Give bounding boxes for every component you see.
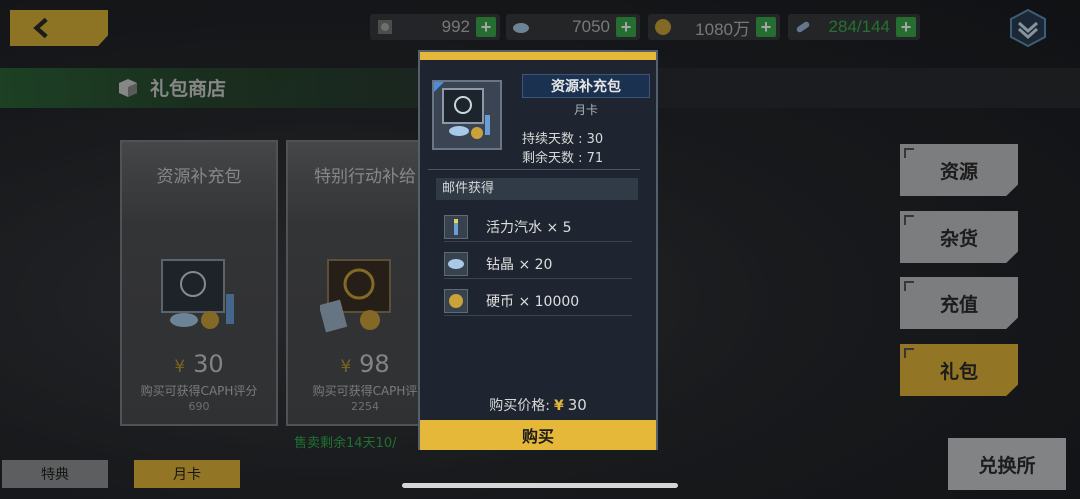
- reward-label: 硬币 × 10000: [486, 293, 580, 310]
- reward-label: 活力汽水 × 5: [486, 219, 572, 236]
- mail-rewards-title: 邮件获得: [436, 178, 638, 200]
- reward-label: 钻晶 × 20: [486, 256, 553, 273]
- crystal-icon: [444, 251, 468, 276]
- buy-button[interactable]: 购买: [420, 420, 656, 450]
- popup-product-name: 资源补充包: [522, 74, 650, 98]
- divider: [428, 169, 640, 170]
- coin-icon: [444, 288, 468, 313]
- reward-item: 钻晶 × 20: [444, 249, 632, 279]
- popup-product-type: 月卡: [573, 103, 598, 117]
- popup-product-image: [432, 80, 502, 150]
- resource-pack-icon: [442, 88, 490, 139]
- remaining-days: 剩余天数 : 71: [522, 151, 604, 166]
- soda-icon: [444, 214, 468, 239]
- home-indicator[interactable]: [402, 483, 678, 488]
- duration-days: 持续天数 : 30: [522, 132, 604, 147]
- product-detail-popup: 资源补充包 月卡 持续天数 : 30 剩余天数 : 71 邮件获得 活力汽水 ×…: [418, 50, 658, 450]
- purchase-price: 购买价格: ¥30: [489, 396, 587, 414]
- reward-item: 硬币 × 10000: [444, 286, 632, 316]
- popup-top-bar: [420, 52, 656, 60]
- reward-item: 活力汽水 × 5: [444, 212, 632, 242]
